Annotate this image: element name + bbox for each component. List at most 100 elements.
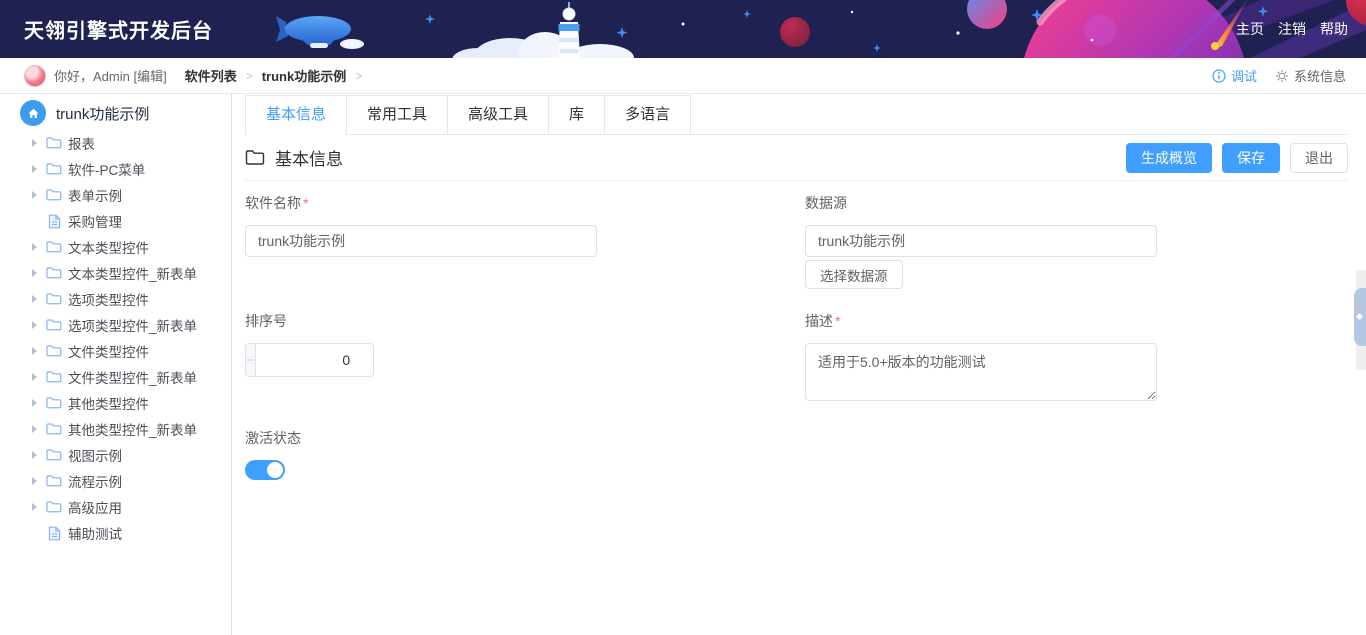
sidebar-item-label: 高级应用 xyxy=(68,497,122,517)
folder-icon xyxy=(46,499,62,515)
description-textarea[interactable]: 适用于5.0+版本的功能测试 xyxy=(805,343,1157,401)
breadcrumb: 软件列表>trunk功能示例> xyxy=(185,66,372,85)
active-status-toggle[interactable] xyxy=(245,460,285,480)
expand-arrow-icon[interactable] xyxy=(32,295,46,303)
data-source-input[interactable] xyxy=(805,225,1157,257)
choose-data-source-button[interactable]: 选择数据源 xyxy=(805,260,903,289)
sidebar-item-label: 文本类型控件 xyxy=(68,237,149,257)
save-button[interactable]: 保存 xyxy=(1222,143,1280,173)
generate-overview-button[interactable]: 生成概览 xyxy=(1126,143,1212,173)
expand-arrow-icon[interactable] xyxy=(32,191,46,199)
star-dots xyxy=(682,11,1094,42)
breadcrumb-item[interactable]: 软件列表 xyxy=(185,66,237,85)
breadcrumb-separator: > xyxy=(355,69,362,83)
sidebar-item[interactable]: 表单示例 xyxy=(0,182,231,208)
field-data-source: 数据源 选择数据源 xyxy=(805,193,1348,289)
required-mark: * xyxy=(835,313,840,329)
sidebar-item[interactable]: 流程示例 xyxy=(0,468,231,494)
sidebar-item[interactable]: 选项类型控件 xyxy=(0,286,231,312)
software-name-label: 软件名称* xyxy=(245,193,805,213)
sidebar-item-label: 流程示例 xyxy=(68,471,122,491)
tab-0[interactable]: 基本信息 xyxy=(245,95,347,134)
header-nav: 主页注销帮助 xyxy=(1236,19,1348,39)
sort-number-stepper: − + xyxy=(245,343,374,377)
expand-arrow-icon[interactable] xyxy=(32,321,46,329)
software-name-input[interactable] xyxy=(245,225,597,257)
sidebar-item-label: 采购管理 xyxy=(68,211,122,231)
tab-3[interactable]: 库 xyxy=(549,95,605,134)
sort-number-label: 排序号 xyxy=(245,311,805,331)
sidebar-item-label: 软件-PC菜单 xyxy=(68,159,145,179)
folder-icon xyxy=(46,369,62,385)
expand-arrow-icon[interactable] xyxy=(32,269,46,277)
field-sort-number: 排序号 − + xyxy=(245,311,805,377)
sidebar-item[interactable]: 辅助测试 xyxy=(0,520,231,546)
sidebar-item[interactable]: 软件-PC菜单 xyxy=(0,156,231,182)
folder-icon xyxy=(46,473,62,489)
sidebar-item[interactable]: 文件类型控件 xyxy=(0,338,231,364)
sidebar-item-label: 辅助测试 xyxy=(68,523,122,543)
expand-arrow-icon[interactable] xyxy=(32,139,46,147)
description-label: 描述* xyxy=(805,311,1348,331)
nav-link-2[interactable]: 帮助 xyxy=(1320,19,1348,39)
folder-icon xyxy=(46,343,62,359)
decrement-button[interactable]: − xyxy=(246,344,256,376)
sidebar-item[interactable]: 报表 xyxy=(0,130,231,156)
app-title: 天翎引擎式开发后台 xyxy=(24,15,213,44)
drawer-handle[interactable] xyxy=(1354,288,1366,346)
expand-arrow-icon[interactable] xyxy=(32,477,46,485)
sidebar-item[interactable]: 文本类型控件 xyxy=(0,234,231,260)
toggle-knob xyxy=(267,462,283,478)
sidebar-item[interactable]: 其他类型控件 xyxy=(0,390,231,416)
breadcrumb-item[interactable]: trunk功能示例 xyxy=(262,66,347,85)
folder-icon xyxy=(46,395,62,411)
sidebar-item[interactable]: 采购管理 xyxy=(0,208,231,234)
sort-number-input[interactable] xyxy=(256,344,374,376)
folder-icon xyxy=(46,291,62,307)
sidebar-item[interactable]: 选项类型控件_新表单 xyxy=(0,312,231,338)
tab-bar: 基本信息常用工具高级工具库多语言 xyxy=(245,95,1348,135)
small-planet-illustration xyxy=(967,0,1007,29)
document-icon xyxy=(46,525,62,541)
expand-arrow-icon[interactable] xyxy=(32,503,46,511)
lighthouse-illustration xyxy=(558,2,580,58)
active-status-label: 激活状态 xyxy=(245,428,805,448)
sidebar-item[interactable]: 其他类型控件_新表单 xyxy=(0,416,231,442)
expand-arrow-icon[interactable] xyxy=(32,165,46,173)
sidebar-item[interactable]: 文件类型控件_新表单 xyxy=(0,364,231,390)
tab-4[interactable]: 多语言 xyxy=(605,95,691,134)
field-description: 描述* 适用于5.0+版本的功能测试 xyxy=(805,311,1348,406)
sidebar-item-label: 文本类型控件_新表单 xyxy=(68,263,197,283)
folder-icon xyxy=(46,239,62,255)
blimp-illustration xyxy=(276,16,364,49)
sidebar-item[interactable]: 文本类型控件_新表单 xyxy=(0,260,231,286)
expand-arrow-icon[interactable] xyxy=(32,373,46,381)
sidebar-item-label: 表单示例 xyxy=(68,185,122,205)
expand-arrow-icon[interactable] xyxy=(32,347,46,355)
exit-button[interactable]: 退出 xyxy=(1290,143,1348,173)
tab-2[interactable]: 高级工具 xyxy=(448,95,549,134)
system-info-button[interactable]: 系统信息 xyxy=(1275,66,1346,85)
nav-link-0[interactable]: 主页 xyxy=(1236,19,1264,39)
expand-arrow-icon[interactable] xyxy=(32,451,46,459)
red-planet-illustration xyxy=(780,17,810,47)
debug-button[interactable]: 调试 xyxy=(1212,66,1257,85)
folder-icon xyxy=(46,317,62,333)
folder-icon xyxy=(46,135,62,151)
sidebar-item[interactable]: 高级应用 xyxy=(0,494,231,520)
sidebar-item-label: 选项类型控件_新表单 xyxy=(68,315,197,335)
avatar[interactable] xyxy=(24,65,46,87)
expand-arrow-icon[interactable] xyxy=(32,399,46,407)
main-content: 基本信息常用工具高级工具库多语言 基本信息 生成概览 保存 退出 xyxy=(232,94,1366,635)
tab-1[interactable]: 常用工具 xyxy=(347,95,448,134)
sidebar-root-item[interactable]: trunk功能示例 xyxy=(0,100,231,126)
sidebar-item-label: 文件类型控件_新表单 xyxy=(68,367,197,387)
expand-arrow-icon[interactable] xyxy=(32,243,46,251)
sidebar-item-label: 其他类型控件 xyxy=(68,393,149,413)
user-greeting: 你好，Admin [编辑] xyxy=(54,66,167,85)
expand-arrow-icon[interactable] xyxy=(32,425,46,433)
gear-icon xyxy=(1275,69,1289,83)
field-active-status: 激活状态 xyxy=(245,428,805,480)
nav-link-1[interactable]: 注销 xyxy=(1278,19,1306,39)
sidebar-item[interactable]: 视图示例 xyxy=(0,442,231,468)
